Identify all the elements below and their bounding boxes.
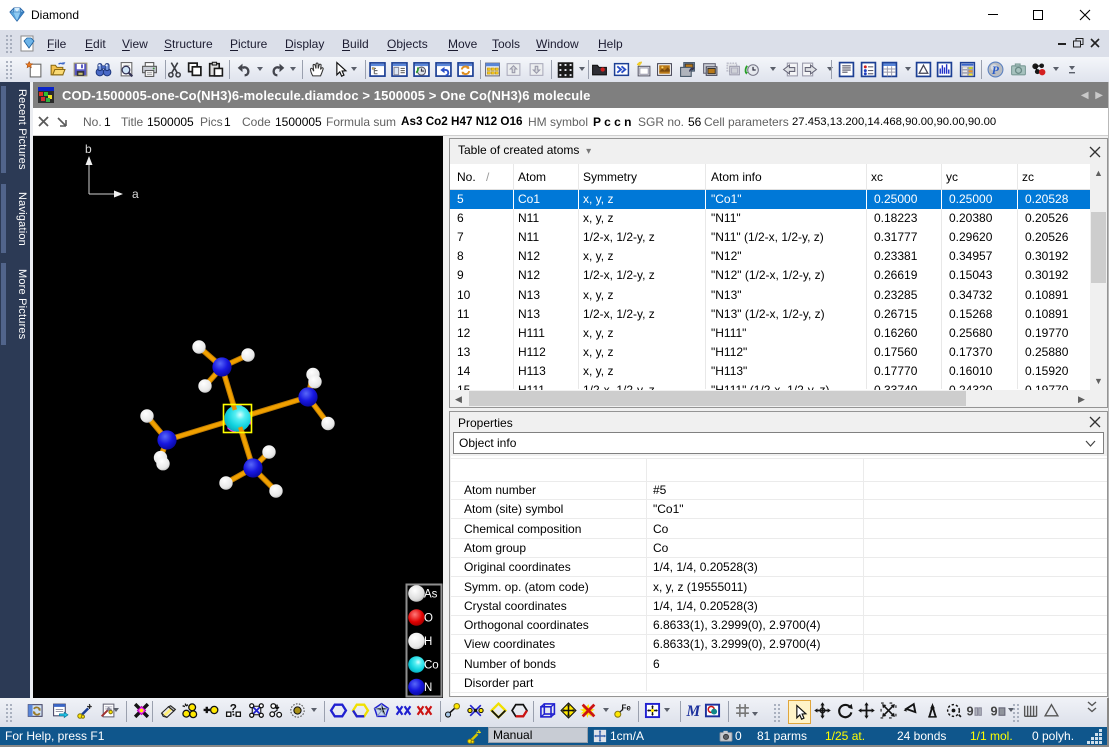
svg-text:O: O [424, 613, 433, 625]
svg-text:9: 9 [991, 703, 998, 718]
svg-text:P: P [992, 64, 1000, 77]
svg-text:M: M [686, 703, 702, 720]
svg-text:Co: Co [424, 660, 439, 672]
svg-text:b: b [85, 142, 92, 156]
svg-text:a: a [132, 187, 139, 201]
svg-text:Fe: Fe [622, 704, 632, 713]
svg-text:H: H [424, 636, 432, 648]
svg-text:As: As [424, 589, 438, 601]
svg-text:N: N [424, 682, 432, 694]
svg-text:9: 9 [967, 703, 974, 718]
